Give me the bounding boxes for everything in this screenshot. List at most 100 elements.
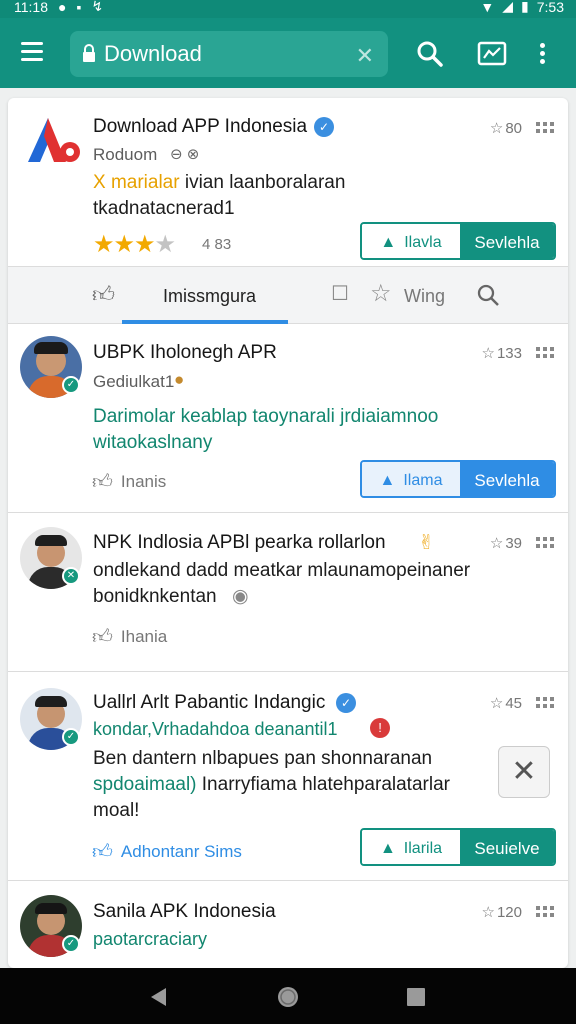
- subscribe-button[interactable]: Sevlehla: [460, 224, 554, 258]
- like-label: Inanis: [120, 472, 167, 491]
- rating-count: 4 83: [202, 236, 232, 253]
- app-title[interactable]: Uallrl Arlt Pabantic Indangic: [93, 692, 325, 714]
- subscribe-button[interactable]: Seuielve: [460, 830, 554, 864]
- rating: ☆ 39: [490, 534, 522, 553]
- info-icon: ⊖ ⊗: [170, 146, 200, 163]
- menu-icon[interactable]: [18, 40, 46, 64]
- thumb-icon: ▲: [379, 840, 396, 857]
- app-card[interactable]: ✓ Sanila APK Indonesia ☆ 120 paotarcracia…: [8, 881, 568, 968]
- close-icon[interactable]: ✕: [498, 746, 550, 798]
- app-subtitle: paotarcraciary: [93, 929, 208, 949]
- app-logo: [28, 118, 80, 162]
- status-battery-text: 7:53: [536, 0, 564, 15]
- rating: ☆ 80: [489, 119, 522, 138]
- bookmark-icon[interactable]: ☐: [331, 281, 349, 306]
- like-button[interactable]: 👍︎ Adhontanr Sims: [92, 840, 242, 864]
- clear-icon[interactable]: ✕: [356, 43, 374, 69]
- more-icon[interactable]: [536, 697, 554, 711]
- battery-icon: ▮: [521, 0, 529, 14]
- app-card[interactable]: Download APP Indonesia ✓ ☆ 80 Roduom ⊖ ⊗ …: [8, 98, 568, 266]
- rating: ☆ 133: [481, 344, 522, 363]
- thumb-icon: ▲: [380, 234, 397, 251]
- emoji-icon: ●: [174, 370, 185, 389]
- thumbs-up-icon: 👍︎: [92, 471, 113, 493]
- wifi-icon: ▼: [480, 0, 495, 15]
- thumb-icon: ▲: [379, 472, 396, 489]
- app-title[interactable]: Download APP Indonesia: [93, 116, 307, 138]
- verified-icon: ✓: [314, 117, 334, 137]
- home-icon[interactable]: [276, 985, 300, 1009]
- rating-value: 45: [505, 694, 522, 712]
- install-label: Ilarila: [403, 840, 443, 857]
- action-buttons: ▲ Ilarila Seuielve: [360, 828, 556, 866]
- lock-icon: [83, 44, 95, 62]
- like-button[interactable]: 👍︎ Ihania: [92, 625, 167, 649]
- install-button[interactable]: ▲ Ilama: [362, 462, 460, 496]
- star-filled-icon: ★: [113, 231, 135, 258]
- more-icon[interactable]: [536, 906, 554, 920]
- more-icon[interactable]: [536, 347, 554, 361]
- hand-emoji-icon: ✌: [418, 532, 435, 554]
- status-time: 11:18: [14, 0, 48, 15]
- star-outline-icon: ☆: [481, 345, 495, 362]
- app-title[interactable]: UBPK Iholonegh APR: [93, 342, 277, 364]
- sim-icon: ▪: [76, 0, 82, 15]
- alert-icon: !: [370, 718, 390, 738]
- install-label: Ilavla: [404, 234, 442, 251]
- app-title[interactable]: Sanila APK Indonesia: [93, 901, 276, 923]
- like-label: Adhontanr Sims: [120, 842, 242, 861]
- recents-icon[interactable]: [405, 986, 427, 1008]
- desc-rest: ivian laanboralaran: [179, 172, 346, 193]
- subscribe-button[interactable]: Sevlehla: [460, 462, 554, 496]
- search-small-icon[interactable]: [476, 283, 502, 309]
- overflow-menu-icon[interactable]: [534, 38, 550, 70]
- tab-primary[interactable]: Imissmgura: [163, 286, 256, 307]
- app-subtitle: kondar,Vrhadahdoa deanantil1: [93, 719, 338, 739]
- signal-small-icon: ↯: [91, 0, 104, 14]
- thumbs-up-icon[interactable]: 👍︎: [92, 281, 115, 308]
- tab-bar: 👍︎ Imissmgura ☐ ☆ Wing: [8, 266, 568, 324]
- rating: ☆ 45: [489, 694, 522, 713]
- verified-badge-icon: ✓: [62, 376, 80, 394]
- rating: ☆ 120: [481, 903, 522, 922]
- chart-icon[interactable]: [476, 38, 508, 70]
- app-desc-line2: witaokaslnany: [93, 432, 213, 453]
- app-subtitle: Roduom: [93, 145, 158, 164]
- like-label: Ihania: [120, 627, 168, 646]
- action-buttons: ▲ Ilavla Sevlehla: [360, 222, 556, 260]
- app-card[interactable]: ✓ Uallrl Arlt Pabantic Indangic ✓ ☆ 45 ko…: [8, 672, 568, 880]
- more-icon[interactable]: [536, 537, 554, 551]
- app-desc-line3: moal!: [93, 800, 140, 821]
- search-icon[interactable]: [414, 38, 446, 70]
- notification-icon: ●: [58, 0, 67, 15]
- app-card[interactable]: ✕ NPK Indlosia APBl pearka rollarlon ✌ ☆…: [8, 513, 568, 671]
- like-button[interactable]: 👍︎ Inanis: [92, 470, 166, 494]
- star-outline-icon: ☆: [481, 904, 495, 921]
- desc-highlight: X marialar: [93, 172, 180, 193]
- star-outline-icon: ☆: [489, 695, 504, 712]
- app-subtitle: Gediulkat1: [93, 372, 175, 391]
- back-icon[interactable]: [148, 986, 170, 1008]
- results-list: Download APP Indonesia ✓ ☆ 80 Roduom ⊖ ⊗ …: [8, 98, 568, 968]
- verified-badge-icon: ✕: [62, 567, 80, 585]
- rating-value: 39: [505, 534, 522, 552]
- app-desc-line2: tkadnatacnerad1: [93, 198, 235, 219]
- thumbs-up-icon: 👍︎: [92, 841, 113, 863]
- verified-badge-icon: ✓: [62, 728, 80, 746]
- app-title[interactable]: NPK Indlosia APBl pearka rollarlon: [93, 532, 386, 554]
- search-input[interactable]: [104, 38, 344, 70]
- more-icon[interactable]: [536, 122, 554, 136]
- app-card[interactable]: ✓ UBPK Iholonegh APR ☆ 133 Gediulkat1 ● D…: [8, 324, 568, 512]
- rating-value: 120: [496, 903, 522, 921]
- search-box: ✕: [70, 31, 388, 77]
- install-button[interactable]: ▲ Ilavla: [362, 224, 460, 258]
- tab-secondary[interactable]: Wing: [404, 286, 445, 307]
- star-rating: ★★★★: [93, 230, 176, 259]
- install-label: Ilama: [403, 472, 443, 489]
- emoji-icon: ◉: [232, 586, 249, 607]
- install-button[interactable]: ▲ Ilarila: [362, 830, 460, 864]
- cell-signal-icon: ◢: [502, 0, 514, 14]
- star-outline-icon: ☆: [489, 120, 504, 137]
- thumbs-up-icon: 👍︎: [92, 626, 113, 648]
- star-icon[interactable]: ☆: [370, 279, 392, 308]
